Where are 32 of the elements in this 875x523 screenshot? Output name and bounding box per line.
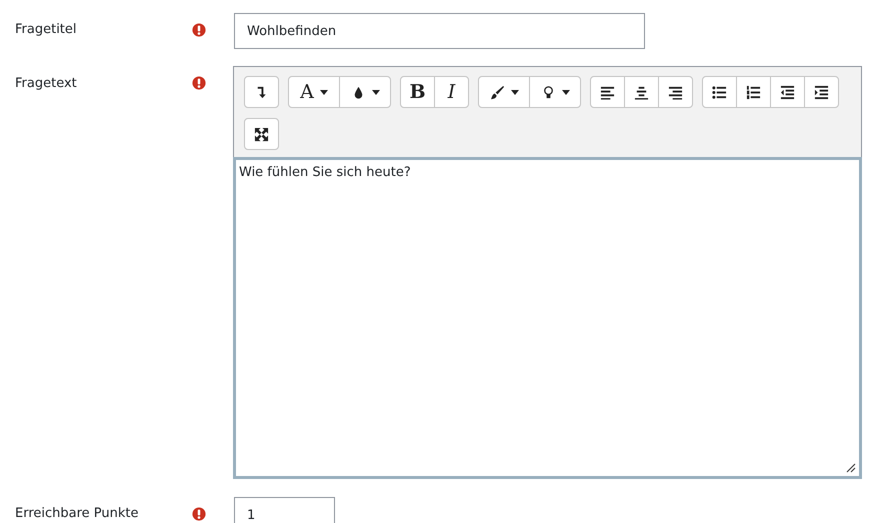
toolbar-button[interactable] bbox=[770, 76, 805, 108]
toolbar-button[interactable]: I bbox=[434, 76, 469, 108]
toolbar-button[interactable] bbox=[478, 76, 530, 108]
brush-icon bbox=[490, 84, 504, 100]
resize-handle-icon bbox=[846, 463, 856, 473]
expand-icon bbox=[254, 126, 269, 142]
toolbar-button[interactable] bbox=[339, 76, 391, 108]
toolbar-button[interactable] bbox=[244, 118, 279, 150]
outdent-icon bbox=[780, 84, 795, 100]
align-right-icon bbox=[668, 84, 683, 100]
toolbar-button[interactable]: B bbox=[400, 76, 435, 108]
toolbar-button[interactable] bbox=[529, 76, 581, 108]
align-left-icon bbox=[600, 84, 615, 100]
toolbar-button[interactable] bbox=[244, 76, 279, 108]
numbered-list-icon bbox=[746, 84, 761, 100]
input-field[interactable]: Wohlbefinden bbox=[234, 13, 645, 49]
editor-text: Wie fühlen Sie sich heute? bbox=[239, 165, 412, 180]
indent-icon bbox=[814, 84, 829, 100]
align-center-icon bbox=[634, 84, 649, 100]
toolbar-button[interactable]: A bbox=[288, 76, 340, 108]
toolbar-button[interactable] bbox=[702, 76, 737, 108]
input-field[interactable]: 1 bbox=[234, 497, 335, 523]
toolbar-button[interactable] bbox=[624, 76, 659, 108]
toolbar-button[interactable] bbox=[804, 76, 839, 108]
text-area[interactable]: Wie fühlen Sie sich heute? bbox=[233, 157, 862, 479]
field-label: Erreichbare Punkte bbox=[15, 505, 140, 521]
toolbar-button[interactable] bbox=[658, 76, 693, 108]
bullet-list-icon bbox=[712, 84, 727, 100]
toolbar-button[interactable] bbox=[590, 76, 625, 108]
field-label: Fragetitel bbox=[15, 21, 78, 37]
field-label: Fragetext bbox=[15, 75, 78, 91]
toolbar-button[interactable] bbox=[736, 76, 771, 108]
